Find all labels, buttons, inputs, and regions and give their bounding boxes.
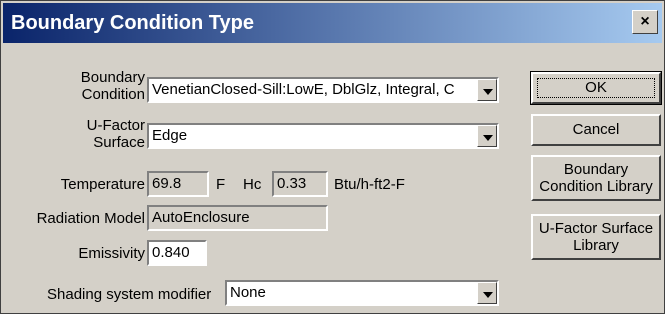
close-button[interactable]: × [632,10,658,34]
boundary-condition-value: VenetianClosed-Sill:LowE, DblGlz, Integr… [152,81,455,98]
chevron-down-icon[interactable] [477,125,497,147]
radiation-model-value: AutoEnclosure [152,209,250,226]
temperature-value: 69.8 [152,175,182,192]
ufs-library-label-line1: U-Factor Surface [538,220,654,237]
cancel-button-label: Cancel [572,121,620,138]
shading-modifier-value: None [230,284,266,301]
ufactor-surface-library-button[interactable]: U-Factor Surface Library [531,214,661,260]
boundary-condition-library-button[interactable]: Boundary Condition Library [531,155,661,201]
bc-library-label-line1: Boundary [563,161,629,178]
temperature-field[interactable]: 69.8 [147,171,209,197]
bc-library-label-line2: Condition Library [539,178,653,195]
radiation-model-field[interactable]: AutoEnclosure [147,205,328,231]
chevron-down-icon[interactable] [477,282,497,304]
ufactor-surface-label: U-Factor Surface [41,117,145,151]
title-bar[interactable]: Boundary Condition Type × [3,3,662,43]
hc-value: 0.33 [277,175,307,192]
focus-rect [537,78,655,98]
hc-unit: Btu/h-ft2-F [334,176,405,193]
boundary-condition-label: Boundary Condition [41,69,145,103]
ok-button[interactable]: OK [530,71,662,105]
ufactor-surface-value: Edge [152,127,188,144]
ufactor-surface-label-line2: Surface [93,134,145,151]
boundary-condition-label-line1: Boundary [80,69,145,86]
boundary-condition-label-line2: Condition [81,86,145,103]
radiation-model-label: Radiation Model [36,210,145,227]
temperature-label: Temperature [60,176,145,193]
cancel-button[interactable]: Cancel [531,114,661,146]
ufactor-surface-dropdown[interactable]: Edge [147,123,499,149]
hc-label: Hc [243,176,262,193]
boundary-condition-dropdown[interactable]: VenetianClosed-Sill:LowE, DblGlz, Integr… [147,77,499,103]
hc-field[interactable]: 0.33 [272,171,328,197]
ufs-library-label-line2: Library [573,237,619,254]
shading-modifier-dropdown[interactable]: None [225,280,499,306]
ufactor-surface-label-line1: U-Factor [86,117,145,134]
emissivity-label: Emissivity [78,245,145,262]
emissivity-input[interactable]: 0.840 [147,240,207,266]
chevron-down-icon[interactable] [477,79,497,101]
emissivity-value: 0.840 [152,244,190,261]
boundary-condition-dialog: Boundary Condition Type × Boundary Condi… [0,0,665,314]
dialog-title: Boundary Condition Type [11,12,254,34]
temperature-unit: F [216,176,226,193]
shading-modifier-label: Shading system modifier [47,286,212,303]
